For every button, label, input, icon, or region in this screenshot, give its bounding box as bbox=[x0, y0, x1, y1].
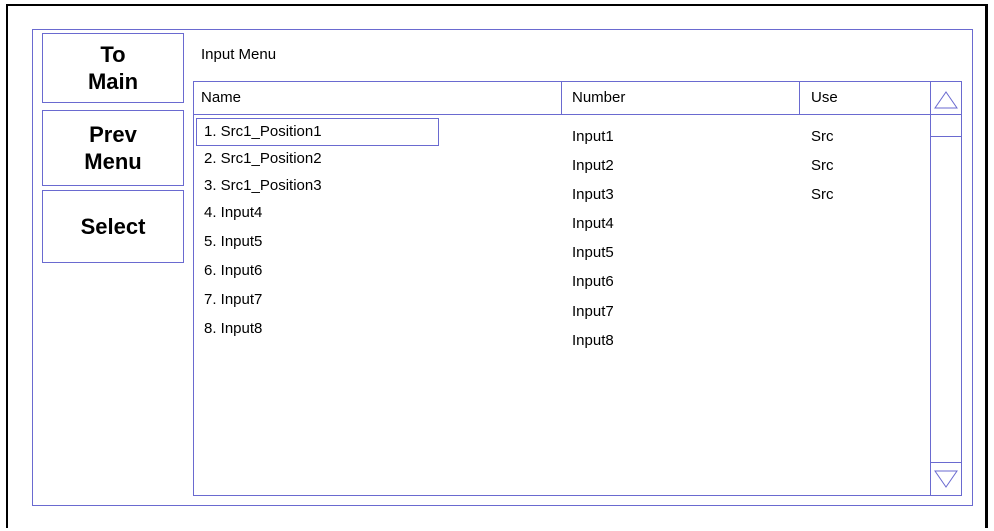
prev-menu-button[interactable]: Prev Menu bbox=[42, 110, 184, 186]
list-item-name[interactable]: 7. Input7 bbox=[204, 291, 262, 308]
column-divider bbox=[799, 81, 800, 115]
list-item-use[interactable]: Src bbox=[811, 128, 834, 145]
column-divider bbox=[561, 81, 562, 115]
list-item-use[interactable]: Src bbox=[811, 157, 834, 174]
list-item-number[interactable]: Input6 bbox=[572, 273, 614, 290]
list-item-name[interactable]: 8. Input8 bbox=[204, 320, 262, 337]
column-header-number[interactable]: Number bbox=[572, 89, 625, 106]
to-main-button[interactable]: To Main bbox=[42, 33, 184, 103]
list-item-name[interactable]: 3. Src1_Position3 bbox=[204, 177, 322, 194]
list-item-number[interactable]: Input3 bbox=[572, 186, 614, 203]
list-item-number[interactable]: Input2 bbox=[572, 157, 614, 174]
list-item-number[interactable]: Input1 bbox=[572, 128, 614, 145]
scroll-down-arrow-icon[interactable] bbox=[934, 468, 958, 490]
list-item-number[interactable]: Input7 bbox=[572, 303, 614, 320]
select-button[interactable]: Select bbox=[42, 190, 184, 263]
list-item-number[interactable]: Input8 bbox=[572, 332, 614, 349]
column-header-use[interactable]: Use bbox=[811, 89, 838, 106]
scrollbar-divider bbox=[931, 114, 962, 115]
list-item-use[interactable]: Src bbox=[811, 186, 834, 203]
menu-title: Input Menu bbox=[201, 46, 277, 63]
list-item-number[interactable]: Input5 bbox=[572, 244, 614, 261]
vertical-scrollbar[interactable] bbox=[930, 81, 962, 496]
list-item-name[interactable]: 1. Src1_Position1 bbox=[204, 123, 322, 140]
column-header-name[interactable]: Name bbox=[201, 89, 241, 106]
list-item-number[interactable]: Input4 bbox=[572, 215, 614, 232]
list-item-name[interactable]: 6. Input6 bbox=[204, 262, 262, 279]
scrollbar-thumb[interactable] bbox=[931, 136, 962, 137]
list-item-name[interactable]: 2. Src1_Position2 bbox=[204, 150, 322, 167]
list-item-name[interactable]: 5. Input5 bbox=[204, 233, 262, 250]
list-item-name[interactable]: 4. Input4 bbox=[204, 204, 262, 221]
scrollbar-divider bbox=[931, 462, 962, 463]
header-divider bbox=[193, 114, 931, 115]
scroll-up-arrow-icon[interactable] bbox=[934, 88, 958, 110]
